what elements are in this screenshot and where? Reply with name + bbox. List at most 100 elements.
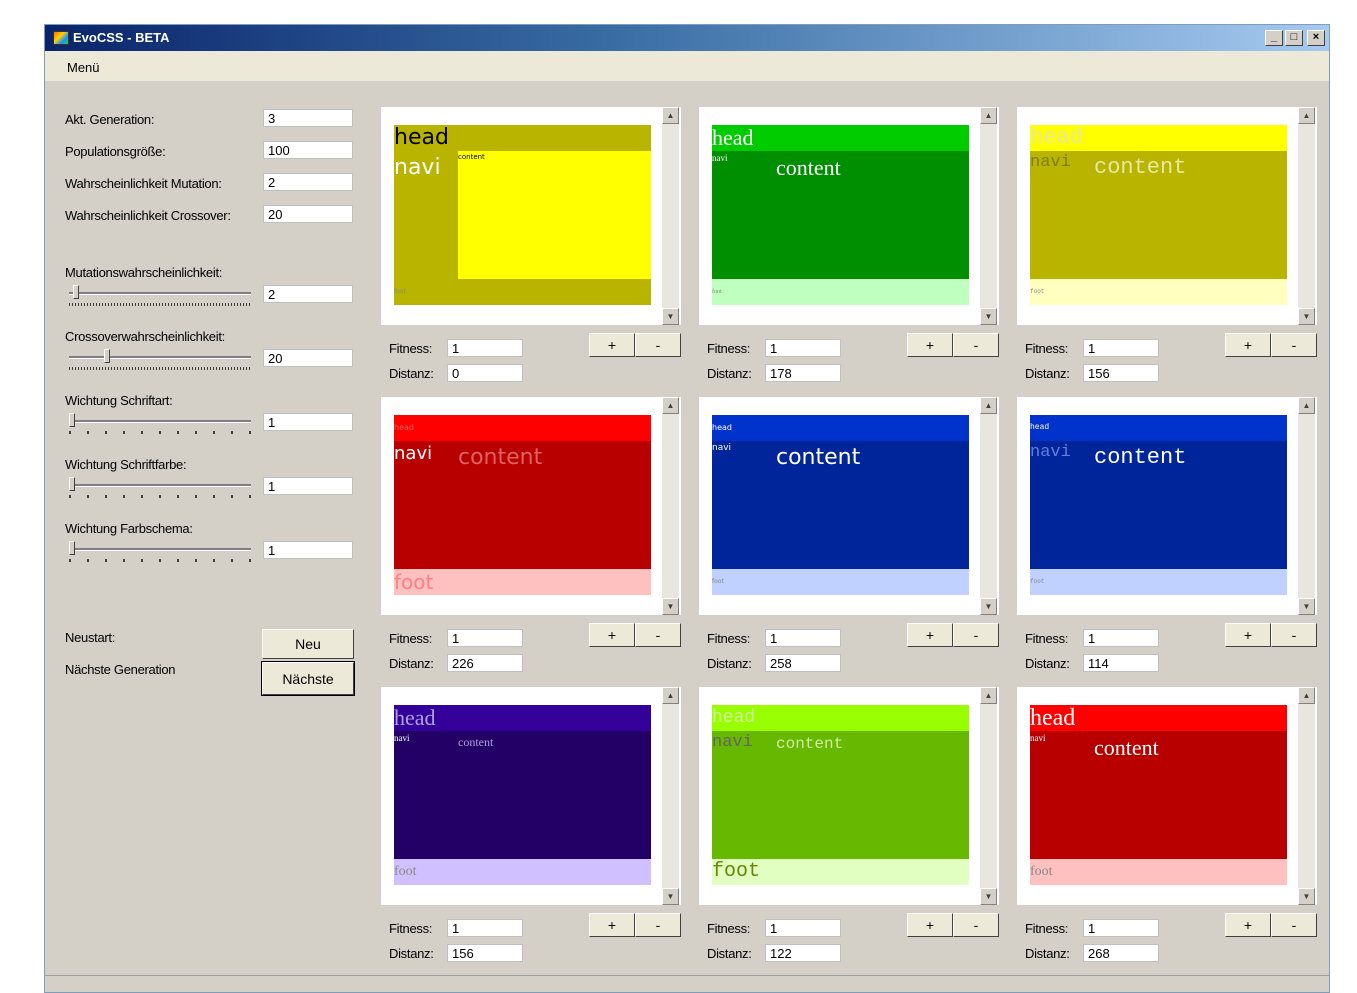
slider-thumb[interactable] — [69, 477, 75, 491]
fitness-input[interactable]: 1 — [1083, 339, 1159, 357]
distance-input[interactable]: 0 — [447, 364, 523, 382]
fitness-input[interactable]: 1 — [447, 629, 523, 647]
minus-button[interactable]: - — [953, 623, 999, 647]
generation-input[interactable]: 3 — [263, 109, 353, 127]
scroll-down-icon[interactable]: ▼ — [662, 888, 679, 905]
vertical-scrollbar[interactable]: ▲ ▼ — [1298, 687, 1315, 905]
fitness-input[interactable]: 1 — [1083, 629, 1159, 647]
distance-input[interactable]: 268 — [1083, 944, 1159, 962]
plus-button[interactable]: + — [1225, 333, 1271, 357]
plus-button[interactable]: + — [907, 913, 953, 937]
vertical-scrollbar[interactable]: ▲ ▼ — [662, 107, 679, 325]
slider-thumb[interactable] — [72, 285, 79, 299]
distance-input[interactable]: 226 — [447, 654, 523, 672]
plus-button[interactable]: + — [1225, 623, 1271, 647]
plus-button[interactable]: + — [907, 333, 953, 357]
color-scheme-weight-label: Wichtung Farbschema: — [65, 521, 193, 536]
plus-button[interactable]: + — [907, 623, 953, 647]
fitness-input[interactable]: 1 — [765, 629, 841, 647]
distance-input[interactable]: 114 — [1083, 654, 1159, 672]
scroll-down-icon[interactable]: ▼ — [662, 308, 679, 325]
scroll-up-icon[interactable]: ▲ — [1298, 397, 1315, 414]
preview-panel: head navi content foot ▲ ▼ — [381, 687, 681, 905]
scroll-up-icon[interactable]: ▲ — [662, 397, 679, 414]
font-color-weight-slider[interactable] — [65, 475, 255, 501]
minus-button[interactable]: - — [953, 913, 999, 937]
vertical-scrollbar[interactable]: ▲ ▼ — [1298, 107, 1315, 325]
distance-input[interactable]: 178 — [765, 364, 841, 382]
font-color-weight-value[interactable]: 1 — [263, 477, 353, 495]
layout-preview[interactable]: head navi content foot — [394, 705, 651, 885]
crossover-slider[interactable] — [65, 347, 255, 373]
layout-preview[interactable]: head navi content foot — [1030, 125, 1287, 305]
distance-input[interactable]: 122 — [765, 944, 841, 962]
distance-input[interactable]: 156 — [1083, 364, 1159, 382]
mutation-slider[interactable] — [65, 283, 255, 309]
scroll-up-icon[interactable]: ▲ — [980, 107, 997, 124]
plus-button[interactable]: + — [589, 913, 635, 937]
layout-preview[interactable]: head navi content foot — [712, 125, 969, 305]
color-scheme-weight-value[interactable]: 1 — [263, 541, 353, 559]
fitness-input[interactable]: 1 — [447, 919, 523, 937]
vertical-scrollbar[interactable]: ▲ ▼ — [662, 397, 679, 615]
vertical-scrollbar[interactable]: ▲ ▼ — [980, 687, 997, 905]
slider-thumb[interactable] — [69, 541, 75, 555]
scroll-down-icon[interactable]: ▼ — [1298, 888, 1315, 905]
slider-thumb[interactable] — [69, 413, 75, 427]
color-scheme-weight-slider[interactable] — [65, 539, 255, 565]
scroll-down-icon[interactable]: ▼ — [662, 598, 679, 615]
plus-button[interactable]: + — [589, 623, 635, 647]
scroll-down-icon[interactable]: ▼ — [980, 888, 997, 905]
scroll-down-icon[interactable]: ▼ — [980, 598, 997, 615]
close-button[interactable]: × — [1307, 30, 1325, 46]
fitness-input[interactable]: 1 — [765, 339, 841, 357]
plus-button[interactable]: + — [1225, 913, 1271, 937]
layout-preview[interactable]: head navi content foot — [1030, 415, 1287, 595]
fitness-input[interactable]: 1 — [447, 339, 523, 357]
vertical-scrollbar[interactable]: ▲ ▼ — [1298, 397, 1315, 615]
layout-preview[interactable]: head navi content foot — [394, 125, 651, 305]
slider-thumb[interactable] — [104, 349, 111, 363]
menu-item-menu[interactable]: Menü — [67, 60, 100, 75]
layout-preview[interactable]: head navi content foot — [394, 415, 651, 595]
scroll-up-icon[interactable]: ▲ — [662, 107, 679, 124]
layout-preview[interactable]: head navi content foot — [712, 705, 969, 885]
next-button[interactable]: Nächste — [261, 661, 355, 696]
minus-button[interactable]: - — [1271, 623, 1317, 647]
minimize-button[interactable]: _ — [1265, 30, 1283, 46]
vertical-scrollbar[interactable]: ▲ ▼ — [662, 687, 679, 905]
scroll-up-icon[interactable]: ▲ — [662, 687, 679, 704]
fitness-input[interactable]: 1 — [1083, 919, 1159, 937]
scroll-up-icon[interactable]: ▲ — [980, 687, 997, 704]
minus-button[interactable]: - — [1271, 913, 1317, 937]
vertical-scrollbar[interactable]: ▲ ▼ — [980, 397, 997, 615]
fitness-input[interactable]: 1 — [765, 919, 841, 937]
new-button[interactable]: Neu — [262, 629, 354, 659]
minus-button[interactable]: - — [635, 623, 681, 647]
distance-input[interactable]: 156 — [447, 944, 523, 962]
plus-button[interactable]: + — [589, 333, 635, 357]
font-weight-value[interactable]: 1 — [263, 413, 353, 431]
minus-button[interactable]: - — [635, 333, 681, 357]
minus-button[interactable]: - — [953, 333, 999, 357]
scroll-up-icon[interactable]: ▲ — [1298, 687, 1315, 704]
layout-preview[interactable]: head navi content foot — [712, 415, 969, 595]
layout-preview[interactable]: head navi content foot — [1030, 705, 1287, 885]
maximize-button[interactable]: □ — [1285, 30, 1303, 46]
mutation-slider-value[interactable]: 2 — [263, 285, 353, 303]
population-input[interactable]: 100 — [263, 141, 353, 159]
scroll-up-icon[interactable]: ▲ — [1298, 107, 1315, 124]
crossover-slider-value[interactable]: 20 — [263, 349, 353, 367]
minus-button[interactable]: - — [1271, 333, 1317, 357]
scroll-down-icon[interactable]: ▼ — [1298, 308, 1315, 325]
scroll-down-icon[interactable]: ▼ — [1298, 598, 1315, 615]
scroll-down-icon[interactable]: ▼ — [980, 308, 997, 325]
distance-input[interactable]: 258 — [765, 654, 841, 672]
scroll-up-icon[interactable]: ▲ — [980, 397, 997, 414]
font-weight-slider[interactable] — [65, 411, 255, 437]
mutation-prob-input[interactable]: 2 — [263, 173, 353, 191]
crossover-prob-input[interactable]: 20 — [263, 205, 353, 223]
vertical-scrollbar[interactable]: ▲ ▼ — [980, 107, 997, 325]
distance-label: Distanz: — [1025, 656, 1070, 671]
minus-button[interactable]: - — [635, 913, 681, 937]
